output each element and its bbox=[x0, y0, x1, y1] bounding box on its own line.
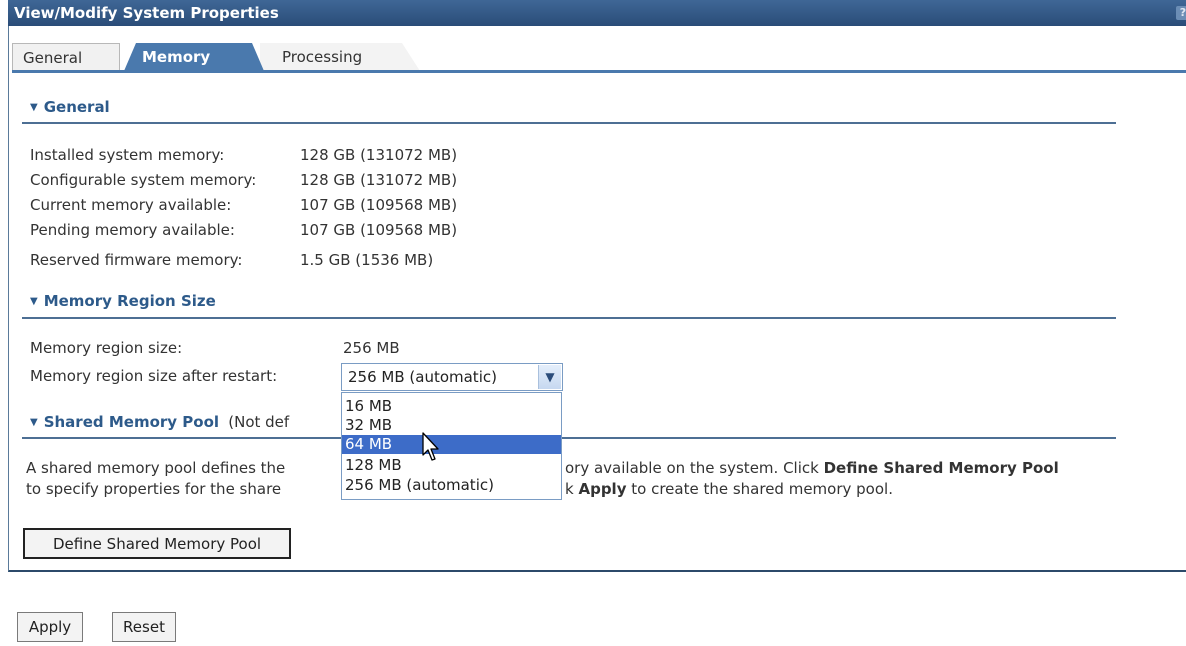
pool-description-text: k bbox=[565, 480, 579, 498]
pending-memory-value: 107 GB (109568 MB) bbox=[300, 221, 458, 239]
installed-memory-row: Installed system memory: bbox=[30, 146, 224, 164]
pool-description-line1-start: A shared memory pool defines the bbox=[26, 459, 286, 477]
reserved-memory-row: Reserved firmware memory: bbox=[30, 251, 242, 269]
reserved-memory-value: 1.5 GB (1536 MB) bbox=[300, 251, 434, 269]
region-size-select[interactable]: 256 MB (automatic) ▼ bbox=[341, 363, 563, 391]
region-size-label: Memory region size: bbox=[30, 339, 183, 357]
section-region-title: Memory Region Size bbox=[43, 292, 216, 310]
section-region-heading[interactable]: ▼ Memory Region Size bbox=[30, 292, 216, 310]
region-size-selected: 256 MB (automatic) bbox=[348, 368, 497, 386]
region-size-options[interactable]: 16 MB 32 MB 64 MB 128 MB 256 MB (automat… bbox=[341, 392, 562, 500]
current-memory-value: 107 GB (109568 MB) bbox=[300, 196, 458, 214]
pool-description-text: to create the shared memory pool. bbox=[626, 480, 893, 498]
triangle-down-icon: ▼ bbox=[30, 102, 38, 113]
tab-memory[interactable]: Memory bbox=[124, 43, 264, 71]
current-memory-row: Current memory available: bbox=[30, 196, 231, 214]
option-128mb[interactable]: 128 MB bbox=[342, 456, 561, 475]
option-256mb-automatic[interactable]: 256 MB (automatic) bbox=[342, 476, 561, 495]
tab-underline bbox=[12, 70, 1186, 73]
option-16mb[interactable]: 16 MB bbox=[342, 397, 561, 416]
tab-processing[interactable]: Processing bbox=[260, 43, 420, 71]
tab-general[interactable]: General bbox=[12, 43, 120, 71]
section-divider bbox=[22, 437, 1116, 439]
option-64mb[interactable]: 64 MB bbox=[342, 435, 561, 454]
section-pool-title: Shared Memory Pool bbox=[43, 413, 220, 431]
installed-memory-value: 128 GB (131072 MB) bbox=[300, 146, 458, 164]
triangle-down-icon: ▼ bbox=[30, 296, 38, 307]
help-icon[interactable]: ? bbox=[1176, 6, 1186, 20]
current-memory-label: Current memory available: bbox=[30, 196, 232, 214]
apply-reference: Apply bbox=[578, 480, 627, 498]
window-title: View/Modify System Properties bbox=[14, 4, 279, 22]
configurable-memory-value: 128 GB (131072 MB) bbox=[300, 171, 458, 189]
chevron-down-icon[interactable]: ▼ bbox=[538, 365, 561, 389]
configurable-memory-label: Configurable system memory: bbox=[30, 171, 257, 189]
pool-description-line2-end: k Apply to create the shared memory pool… bbox=[565, 480, 893, 498]
define-pool-reference: Define Shared Memory Pool bbox=[823, 459, 1059, 477]
pending-memory-label: Pending memory available: bbox=[30, 221, 235, 239]
section-general-title: General bbox=[43, 98, 110, 116]
pool-description-text: ory available on the system. Click bbox=[565, 459, 824, 477]
region-restart-label: Memory region size after restart: bbox=[30, 367, 278, 385]
region-size-value: 256 MB bbox=[343, 339, 400, 357]
option-32mb[interactable]: 32 MB bbox=[342, 416, 561, 435]
pool-description-line1-end: ory available on the system. Click Defin… bbox=[565, 459, 1059, 477]
define-shared-memory-pool-button[interactable]: Define Shared Memory Pool bbox=[23, 528, 291, 559]
section-general-heading[interactable]: ▼ General bbox=[30, 98, 110, 116]
triangle-down-icon: ▼ bbox=[30, 417, 38, 428]
section-pool-heading[interactable]: ▼ Shared Memory Pool (Not def bbox=[30, 413, 289, 431]
installed-memory-label: Installed system memory: bbox=[30, 146, 225, 164]
reserved-memory-label: Reserved firmware memory: bbox=[30, 251, 243, 269]
window-title-bar: View/Modify System Properties ? bbox=[8, 0, 1186, 26]
section-divider bbox=[22, 317, 1116, 319]
pool-description-line2-start: to specify properties for the share bbox=[26, 480, 282, 498]
pending-memory-row: Pending memory available: bbox=[30, 221, 235, 239]
mouse-pointer-icon bbox=[422, 432, 439, 461]
reset-button[interactable]: Reset bbox=[112, 612, 176, 642]
section-pool-status: (Not def bbox=[228, 413, 290, 431]
configurable-memory-row: Configurable system memory: bbox=[30, 171, 256, 189]
apply-button[interactable]: Apply bbox=[17, 612, 83, 642]
section-divider bbox=[22, 122, 1116, 124]
